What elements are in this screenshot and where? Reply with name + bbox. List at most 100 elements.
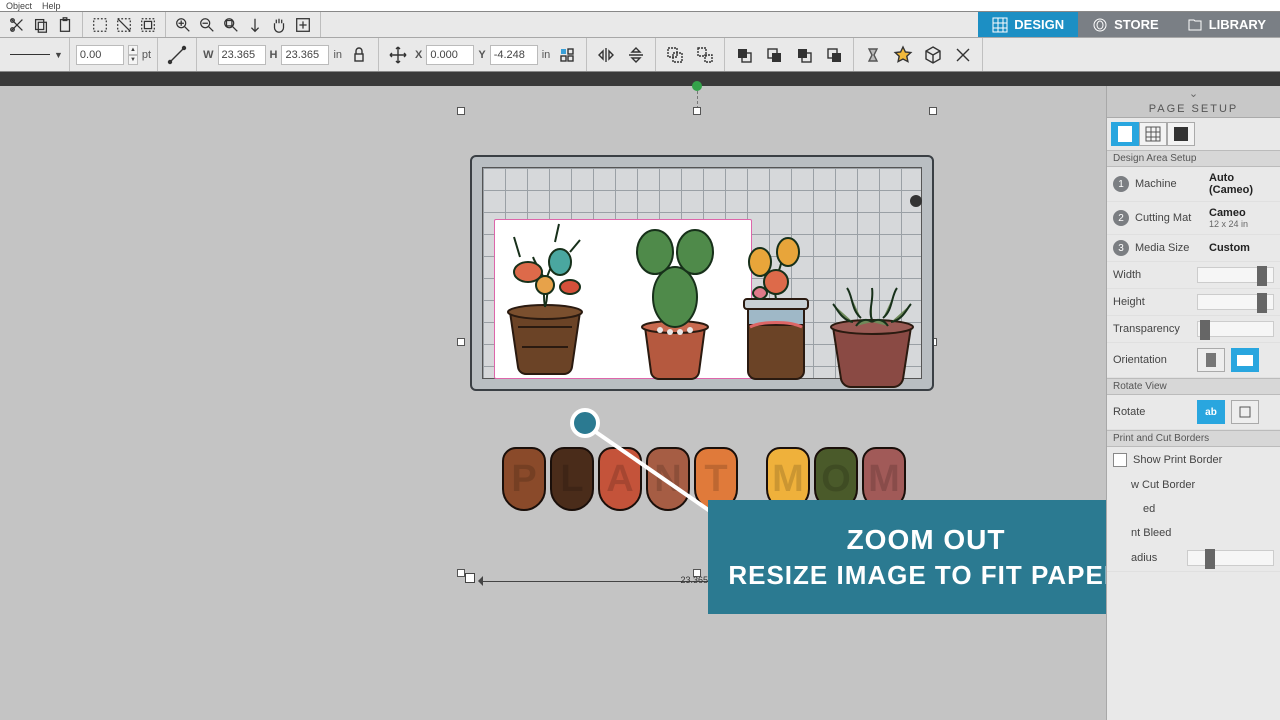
y-input[interactable]: -4.248 — [490, 45, 538, 65]
rotate-handle[interactable] — [692, 81, 702, 91]
menu-object[interactable]: Object — [6, 0, 32, 11]
mat-load-arrow-icon — [910, 195, 922, 207]
lock-aspect-icon[interactable] — [346, 42, 372, 68]
checkbox-icon — [1113, 453, 1127, 467]
toolbar-main: DESIGN STORE LIBRARY — [0, 12, 1280, 38]
close-icon[interactable] — [950, 42, 976, 68]
letter-P: P — [502, 447, 546, 511]
row-machine[interactable]: 1 Machine Auto (Cameo) — [1107, 167, 1280, 202]
tab-store[interactable]: STORE — [1078, 12, 1173, 37]
row-radius: adius — [1107, 545, 1280, 572]
step-1-badge: 1 — [1113, 176, 1129, 192]
panel-collapse-icon[interactable]: ⌄ — [1107, 86, 1280, 100]
radius-slider[interactable] — [1187, 550, 1274, 566]
row-media-size[interactable]: 3 Media Size Custom — [1107, 235, 1280, 262]
mode-page-icon[interactable] — [1111, 122, 1139, 146]
handle-n[interactable] — [693, 107, 701, 115]
zoom-out-icon[interactable] — [198, 16, 216, 34]
chk-cut-border[interactable]: w Cut Border — [1107, 473, 1280, 497]
row-cutting-mat[interactable]: 2 Cutting Mat Cameo12 x 24 in — [1107, 202, 1280, 235]
mode-reg-icon[interactable] — [1167, 122, 1195, 146]
cube-icon[interactable] — [920, 42, 946, 68]
row-orientation: Orientation — [1107, 343, 1280, 378]
copy-icon[interactable] — [32, 16, 50, 34]
ruler-width-value: 23.365 — [681, 575, 709, 585]
mode-grid-icon[interactable] — [1139, 122, 1167, 146]
menu-help[interactable]: Help — [42, 0, 61, 11]
tab-library[interactable]: LIBRARY — [1173, 12, 1280, 37]
flip-vertical-icon[interactable] — [623, 42, 649, 68]
chk-print-border[interactable]: Show Print Border — [1107, 447, 1280, 473]
group-icon[interactable] — [662, 42, 688, 68]
chk-label: Show Print Border — [1133, 454, 1222, 466]
transparency-slider[interactable] — [1197, 321, 1274, 337]
library-icon — [1187, 17, 1203, 33]
letter-A: A — [598, 447, 642, 511]
row-bleed-partial: ed — [1107, 497, 1280, 521]
ungroup-icon[interactable] — [692, 42, 718, 68]
height-slider[interactable] — [1197, 294, 1274, 310]
deselect-icon[interactable] — [115, 16, 133, 34]
toolbar-properties: ▼ 0.00 ▲▼ pt W 23.365 H 23.365 in X 0.00… — [0, 38, 1280, 72]
tutorial-callout: ZOOM OUT RESIZE IMAGE TO FIT PAPER — [708, 500, 1144, 614]
row-print-bleed[interactable]: nt Bleed — [1107, 521, 1280, 545]
panel-title: PAGE SETUP — [1107, 100, 1280, 118]
xy-unit: in — [542, 49, 551, 61]
height-label: Height — [1113, 296, 1191, 308]
handle-sw[interactable] — [457, 569, 465, 577]
orientation-landscape[interactable] — [1231, 348, 1259, 372]
page-setup-panel: ⌄ PAGE SETUP Design Area Setup 1 Machine… — [1106, 86, 1280, 720]
chk-label: w Cut Border — [1131, 479, 1195, 491]
select-icon[interactable] — [91, 16, 109, 34]
pan-icon[interactable] — [270, 16, 288, 34]
line-style-dropdown[interactable]: ▼ — [4, 38, 70, 71]
fit-window-icon[interactable] — [294, 16, 312, 34]
canvas[interactable]: PLANTMOM 23.365 ZOOM OUT RESIZE IMAGE TO… — [0, 86, 1106, 720]
stroke-unit: pt — [142, 49, 151, 61]
media-label: Media Size — [1135, 242, 1203, 254]
rotate-90[interactable] — [1231, 400, 1259, 424]
cut-icon[interactable] — [8, 16, 26, 34]
handle-w[interactable] — [457, 338, 465, 346]
stroke-width-input[interactable]: 0.00 — [76, 45, 124, 65]
x-input[interactable]: 0.000 — [426, 45, 474, 65]
fit-page-icon[interactable] — [246, 16, 264, 34]
bring-front-icon[interactable] — [731, 42, 757, 68]
row-transparency: Transparency — [1107, 316, 1280, 343]
zoom-in-icon[interactable] — [174, 16, 192, 34]
width-slider[interactable] — [1197, 267, 1274, 283]
media-value: Custom — [1209, 242, 1274, 254]
height-input[interactable]: 23.365 — [281, 45, 329, 65]
weld-icon[interactable] — [860, 42, 886, 68]
zoom-selection-icon[interactable] — [222, 16, 240, 34]
callout-line1: ZOOM OUT — [847, 524, 1006, 556]
callout-anchor — [570, 408, 600, 438]
machine-value: Auto (Cameo) — [1209, 172, 1274, 196]
star-tool-icon[interactable] — [890, 42, 916, 68]
flip-horizontal-icon[interactable] — [593, 42, 619, 68]
row-width: Width — [1107, 262, 1280, 289]
row-height: Height — [1107, 289, 1280, 316]
transparency-label: Transparency — [1113, 323, 1191, 335]
cutting-mat — [470, 155, 934, 391]
rotate-0[interactable]: ab — [1197, 400, 1225, 424]
tab-design[interactable]: DESIGN — [978, 12, 1078, 37]
bring-forward-icon[interactable] — [761, 42, 787, 68]
orientation-portrait[interactable] — [1197, 348, 1225, 372]
panel-mode-tabs — [1107, 118, 1280, 150]
move-icon[interactable] — [385, 42, 411, 68]
stroke-width-spinner[interactable]: ▲▼ — [128, 45, 138, 65]
handle-ne[interactable] — [929, 107, 937, 115]
wh-unit: in — [333, 49, 342, 61]
workspace: PLANTMOM 23.365 ZOOM OUT RESIZE IMAGE TO… — [0, 86, 1280, 720]
registration-icon[interactable] — [554, 42, 580, 68]
ruler-strip — [0, 72, 1280, 86]
send-backward-icon[interactable] — [791, 42, 817, 68]
line-endpoint-icon[interactable] — [164, 42, 190, 68]
paste-icon[interactable] — [56, 16, 74, 34]
send-back-icon[interactable] — [821, 42, 847, 68]
store-icon — [1092, 17, 1108, 33]
select-all-icon[interactable] — [139, 16, 157, 34]
handle-nw[interactable] — [457, 107, 465, 115]
width-input[interactable]: 23.365 — [218, 45, 266, 65]
